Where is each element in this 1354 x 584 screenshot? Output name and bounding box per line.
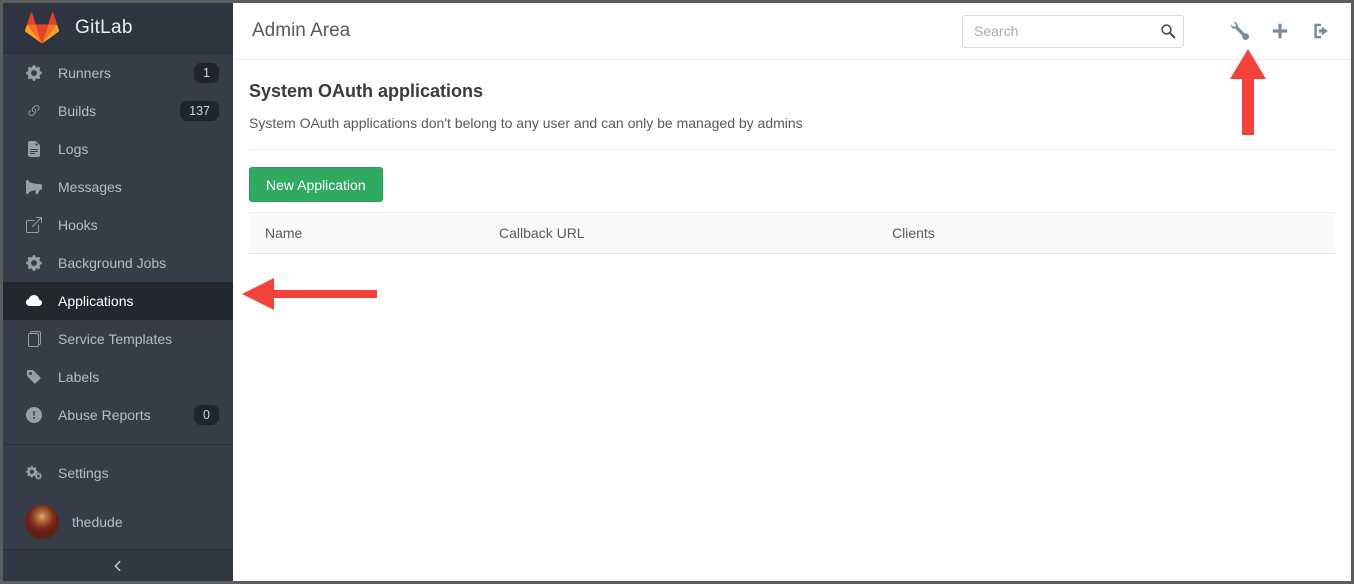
user-name: thedude (72, 514, 123, 530)
sidebar-item-label: Settings (58, 465, 219, 481)
sidebar-item-label: Abuse Reports (58, 407, 194, 423)
sidebar-user[interactable]: thedude (3, 496, 233, 548)
search-icon[interactable] (1160, 23, 1176, 39)
column-header-callback-url: Callback URL (483, 213, 876, 254)
copy-icon (26, 331, 43, 347)
admin-sidebar: GitLab Runners 1 Builds 137 (3, 3, 233, 581)
sidebar-item-label: Logs (58, 141, 219, 157)
sidebar-item-label: Applications (58, 293, 219, 309)
wrench-icon[interactable] (1231, 22, 1249, 40)
top-navbar: Admin Area (233, 3, 1351, 60)
sidebar-item-service-templates[interactable]: Service Templates (3, 320, 233, 358)
applications-table: Name Callback URL Clients (249, 212, 1335, 254)
sidebar-item-label: Runners (58, 65, 194, 81)
gear-icon (26, 255, 43, 271)
sidebar-item-logs[interactable]: Logs (3, 130, 233, 168)
tag-icon (26, 369, 43, 385)
plus-icon[interactable] (1271, 22, 1289, 40)
exclamation-circle-icon (26, 407, 43, 423)
cloud-icon (26, 293, 43, 309)
megaphone-icon (26, 179, 43, 195)
link-icon (26, 103, 43, 119)
sidebar-nav: Runners 1 Builds 137 Logs (3, 54, 233, 548)
table-header-row: Name Callback URL Clients (249, 213, 1335, 254)
sidebar-item-label: Service Templates (58, 331, 219, 347)
gear-icon (26, 65, 43, 81)
chevron-left-icon (111, 559, 125, 573)
sidebar-item-settings[interactable]: Settings (3, 454, 233, 492)
gears-icon (26, 465, 43, 481)
oauth-applications-section: System OAuth applications System OAuth a… (233, 60, 1351, 254)
section-divider (249, 149, 1335, 150)
search-input[interactable] (962, 15, 1184, 48)
sidebar-item-background-jobs[interactable]: Background Jobs (3, 244, 233, 282)
sidebar-collapse-button[interactable] (3, 549, 233, 581)
gitlab-logo-text: GitLab (75, 17, 133, 39)
sidebar-item-runners[interactable]: Runners 1 (3, 54, 233, 92)
sidebar-item-hooks[interactable]: Hooks (3, 206, 233, 244)
sidebar-item-label: Background Jobs (58, 255, 219, 271)
main-area: Admin Area System OAuth applications Sys… (233, 3, 1351, 581)
sidebar-divider (3, 444, 233, 445)
search-box (962, 15, 1184, 48)
user-avatar (25, 505, 59, 539)
sign-out-icon[interactable] (1311, 22, 1329, 40)
count-badge: 1 (194, 63, 219, 84)
gitlab-home-link[interactable]: GitLab (3, 3, 233, 54)
sidebar-item-abuse-reports[interactable]: Abuse Reports 0 (3, 396, 233, 434)
sidebar-item-label: Labels (58, 369, 219, 385)
section-heading: System OAuth applications (249, 81, 1335, 102)
gitlab-admin-window: GitLab Runners 1 Builds 137 (0, 0, 1354, 584)
sidebar-item-labels[interactable]: Labels (3, 358, 233, 396)
count-badge: 0 (194, 405, 219, 426)
external-link-icon (26, 217, 43, 233)
column-header-name: Name (249, 213, 483, 254)
new-application-button[interactable]: New Application (249, 167, 383, 202)
gitlab-tanuki-logo-icon (25, 12, 59, 44)
file-text-icon (26, 141, 43, 157)
sidebar-item-label: Hooks (58, 217, 219, 233)
sidebar-item-label: Builds (58, 103, 180, 119)
section-description: System OAuth applications don't belong t… (249, 115, 1335, 131)
sidebar-item-messages[interactable]: Messages (3, 168, 233, 206)
count-badge: 137 (180, 101, 219, 122)
sidebar-item-builds[interactable]: Builds 137 (3, 92, 233, 130)
column-header-clients: Clients (876, 213, 1335, 254)
sidebar-item-applications[interactable]: Applications (3, 282, 233, 320)
page-title: Admin Area (252, 20, 962, 42)
sidebar-item-label: Messages (58, 179, 219, 195)
